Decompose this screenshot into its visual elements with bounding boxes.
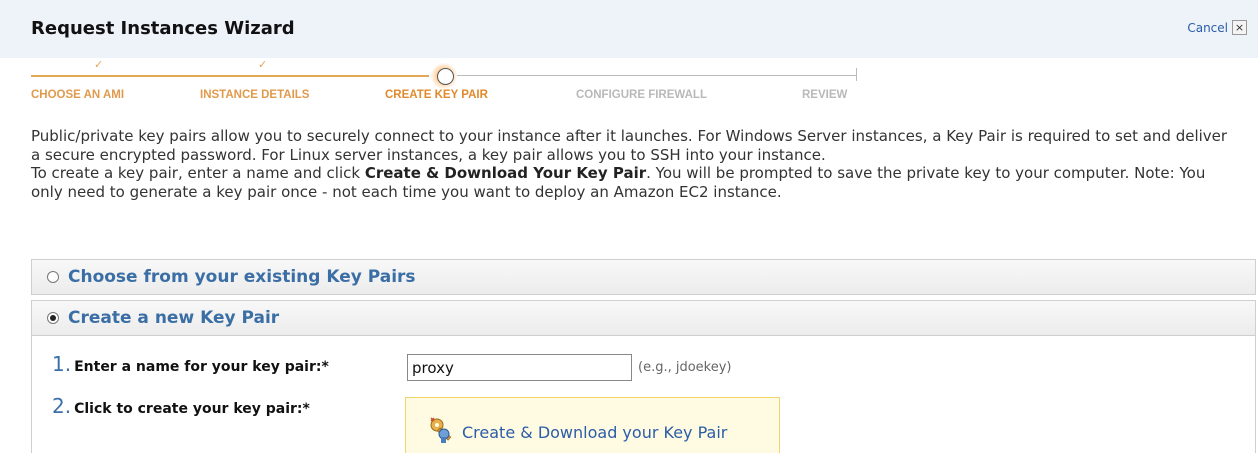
progress-track-end bbox=[856, 68, 857, 81]
key-name-label: Enter a name for your key pair:* bbox=[74, 359, 329, 375]
existing-key-pairs-radio[interactable] bbox=[47, 271, 59, 283]
wizard-progress: ✓ ✓ CHOOSE AN AMI INSTANCE DETAILS CREAT… bbox=[0, 58, 1258, 113]
create-key-row: 2. Click to create your key pair:* bbox=[52, 394, 310, 418]
step-review: REVIEW bbox=[802, 89, 848, 101]
progress-track-remaining bbox=[457, 75, 857, 76]
key-pair-icon bbox=[428, 415, 458, 445]
current-step-marker-icon bbox=[431, 63, 457, 89]
step-complete-check-icon: ✓ bbox=[94, 58, 104, 71]
create-download-key-pair-label[interactable]: Create & Download your Key Pair bbox=[462, 423, 727, 442]
description-para2: To create a key pair, enter a name and c… bbox=[31, 164, 1206, 201]
key-name-input[interactable] bbox=[407, 354, 632, 381]
key-name-hint: (e.g., jdoekey) bbox=[638, 360, 732, 375]
new-key-pair-label[interactable]: Create a new Key Pair bbox=[68, 308, 279, 328]
existing-key-pairs-label[interactable]: Choose from your existing Key Pairs bbox=[68, 267, 416, 287]
new-key-pair-radio[interactable] bbox=[47, 312, 59, 324]
description-para1: Public/private key pairs allow you to se… bbox=[31, 127, 1228, 164]
wizard-header: Request Instances Wizard Cancel × bbox=[0, 0, 1258, 58]
description-bold: Create & Download Your Key Pair bbox=[364, 164, 647, 182]
cancel-link[interactable]: Cancel bbox=[1187, 21, 1228, 35]
new-key-pair-option[interactable]: Create a new Key Pair bbox=[31, 300, 1256, 336]
step-configure-firewall: CONFIGURE FIREWALL bbox=[576, 89, 707, 101]
close-icon[interactable]: × bbox=[1232, 20, 1247, 35]
step-number: 2. bbox=[52, 394, 72, 418]
wizard-title: Request Instances Wizard bbox=[31, 18, 295, 39]
step-instance-details: INSTANCE DETAILS bbox=[200, 89, 310, 101]
description: Public/private key pairs allow you to se… bbox=[31, 127, 1236, 201]
step-choose-ami: CHOOSE AN AMI bbox=[31, 89, 125, 101]
key-name-row: 1. Enter a name for your key pair:* bbox=[52, 352, 329, 376]
step-create-key-pair: CREATE KEY PAIR bbox=[385, 89, 488, 101]
cancel-control[interactable]: Cancel × bbox=[1187, 20, 1247, 35]
step-number: 1. bbox=[52, 352, 72, 376]
step-complete-check-icon: ✓ bbox=[258, 58, 268, 71]
create-key-label: Click to create your key pair:* bbox=[74, 401, 310, 417]
existing-key-pairs-option[interactable]: Choose from your existing Key Pairs bbox=[31, 259, 1256, 295]
create-download-key-pair-button[interactable]: Create & Download your Key Pair bbox=[428, 415, 727, 445]
progress-track-completed bbox=[31, 75, 429, 77]
